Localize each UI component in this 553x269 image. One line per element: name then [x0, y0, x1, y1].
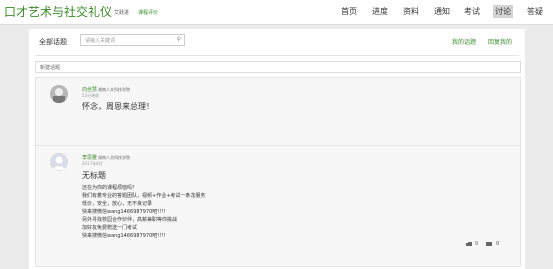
- top-navigation-bar: 口才艺术与社交礼仪 艾跃进 课程评价 首页 进度 资料 通知 考试 讨论 答疑: [0, 0, 553, 25]
- avatar[interactable]: [50, 153, 68, 171]
- my-replies-link[interactable]: 回复我的: [488, 37, 512, 46]
- nav-progress[interactable]: 进度: [372, 6, 388, 17]
- nav-exams[interactable]: 考试: [464, 6, 480, 17]
- nav-qa[interactable]: 答疑: [527, 6, 543, 17]
- course-evaluation-link[interactable]: 课程评价: [138, 9, 158, 16]
- nav-materials[interactable]: 资料: [403, 6, 419, 17]
- search-icon[interactable]: ⚲: [177, 36, 181, 43]
- all-topics-title[interactable]: 全部话题: [39, 37, 67, 47]
- like-count: 0: [475, 241, 479, 247]
- comment-icon[interactable]: [486, 242, 492, 246]
- avatar-image: [50, 85, 68, 103]
- thumbs-up-icon[interactable]: [466, 242, 472, 246]
- post-time: 53分钟前: [82, 93, 100, 98]
- search-placeholder: 请输入关键词: [85, 38, 116, 44]
- post-time: 2017年8月: [82, 161, 103, 166]
- default-avatar-icon: [50, 153, 68, 171]
- post-body-line: 快来搜微信wang1466987970吧!!!!: [82, 233, 166, 239]
- post-body-line: 还在为你的课程烦恼吗？: [82, 185, 138, 191]
- post-body-line: 我们有着专业的答题团队，视频+作业+考试一条龙服务: [82, 193, 206, 199]
- comment-count: 0: [496, 241, 500, 247]
- author-name[interactable]: 向丝慧: [82, 86, 97, 93]
- post-card[interactable]: 李思雅 湖南人文科技学院 2017年8月 无标题 还在为你的课程烦恼吗？ 我们有…: [35, 145, 521, 267]
- author-school: 湖南人文科技学院: [98, 87, 130, 92]
- post-title[interactable]: 怀念，周恩来总理！: [82, 101, 154, 112]
- new-topic-label: 新建话题: [40, 65, 61, 71]
- nav-home[interactable]: 首页: [341, 6, 357, 17]
- post-body-line: 低价，安全，放心，无不良记录: [82, 201, 153, 207]
- teacher-name[interactable]: 艾跃进: [114, 9, 129, 16]
- divider: [35, 55, 519, 56]
- post-body-line: 另外寻找校园合作伙伴，高薪兼职等你挑战: [82, 217, 178, 223]
- post-body-line: 加好友免费赠送一门考试: [82, 225, 138, 231]
- post-title[interactable]: 无标题: [82, 170, 106, 181]
- author-name[interactable]: 李思雅: [82, 154, 97, 161]
- post-body-line: 快来搜微信wang1466987970吧!!!!: [82, 209, 166, 215]
- new-topic-button[interactable]: 新建话题: [35, 61, 521, 73]
- search-input[interactable]: 请输入关键词 ⚲: [80, 34, 185, 46]
- nav-discussion[interactable]: 讨论: [493, 5, 513, 18]
- discussion-panel: 全部话题 请输入关键词 ⚲ 我的话题 回复我的 新建话题 向丝慧 湖南人文科技学…: [29, 29, 525, 269]
- my-topics-link[interactable]: 我的话题: [452, 37, 476, 46]
- avatar[interactable]: [50, 85, 68, 103]
- nav-notices[interactable]: 通知: [434, 6, 450, 17]
- course-title: 口才艺术与社交礼仪: [4, 5, 113, 19]
